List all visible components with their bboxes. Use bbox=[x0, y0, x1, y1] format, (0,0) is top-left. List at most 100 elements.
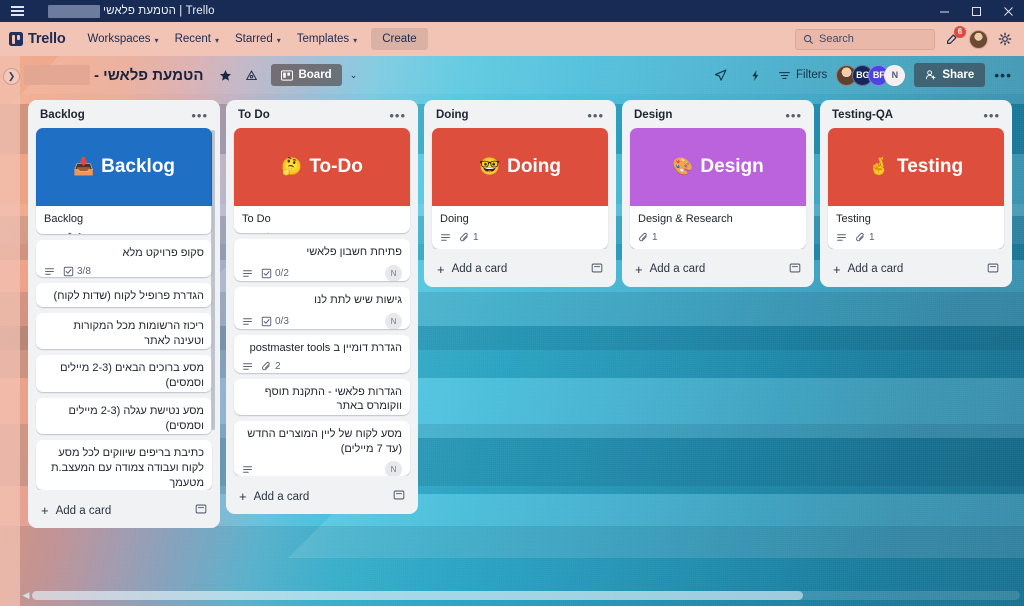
list-title[interactable]: Doing bbox=[436, 109, 469, 121]
list-scrollbar[interactable] bbox=[211, 130, 215, 430]
add-card-button[interactable]: + Add a card bbox=[428, 254, 612, 283]
card[interactable]: גישות שיש לתת לנו 0/3 N bbox=[234, 287, 410, 330]
window-titlebar: הטמעת פלאשי | Trello bbox=[0, 0, 1024, 22]
card-body: ריכוז הרשומות מכל המקורות וטעינה לאתר bbox=[36, 313, 212, 350]
board-menu-button[interactable]: ••• bbox=[994, 67, 1012, 83]
nav-starred[interactable]: Starred ▾ bbox=[227, 28, 289, 50]
chevron-down-icon: ▾ bbox=[215, 35, 220, 45]
card[interactable]: כתיבת בריפים שיווקים לכל מסע לקוח ועבודה… bbox=[36, 440, 212, 490]
board-view-chevron-down-icon[interactable]: ⌄ bbox=[350, 70, 358, 81]
nav-recent[interactable]: Recent ▾ bbox=[167, 28, 227, 50]
hamburger-menu-icon[interactable] bbox=[0, 0, 34, 22]
add-card-button[interactable]: + Add a card bbox=[32, 495, 216, 524]
list-design: Design ••• 🎨 Design Design & Research 1 … bbox=[622, 100, 814, 287]
star-board-button[interactable] bbox=[213, 63, 237, 87]
card-cover: 🤓 Doing bbox=[432, 128, 608, 206]
card[interactable]: 🤞 Testing Testing 1 bbox=[828, 128, 1004, 249]
nav-workspaces[interactable]: Workspaces ▾ bbox=[79, 28, 166, 50]
trello-logo[interactable]: Trello bbox=[9, 31, 66, 47]
list-menu-button[interactable]: ••• bbox=[191, 109, 208, 122]
card-body: פתיחת חשבון פלאשי 0/2 N bbox=[234, 239, 410, 282]
card-body: Doing 1 bbox=[432, 206, 608, 249]
card-cover-text: Testing bbox=[897, 156, 964, 177]
attachment-count: 1 bbox=[652, 231, 658, 243]
card[interactable]: 🎨 Design Design & Research 1 bbox=[630, 128, 806, 249]
card[interactable]: פתיחת חשבון פלאשי 0/2 N bbox=[234, 238, 410, 282]
nav-templates[interactable]: Templates ▾ bbox=[289, 28, 365, 50]
attachment-count: 2 bbox=[275, 361, 281, 373]
card-title: פתיחת חשבון פלאשי bbox=[306, 245, 402, 258]
automation-button[interactable] bbox=[743, 63, 767, 87]
card-member-avatar[interactable]: N bbox=[385, 264, 402, 282]
list-title[interactable]: Design bbox=[634, 109, 672, 121]
card-member-avatar[interactable]: N bbox=[385, 461, 402, 476]
attachment-count: 1 bbox=[77, 232, 83, 234]
board-view-button[interactable]: Board bbox=[271, 64, 342, 86]
card-cover-text: To-Do bbox=[309, 156, 363, 177]
plus-icon: + bbox=[635, 261, 643, 277]
card-badges: 1 bbox=[836, 232, 996, 243]
scrollbar-track[interactable] bbox=[32, 591, 1020, 600]
search-input[interactable]: Search bbox=[795, 28, 935, 50]
card-template-icon[interactable] bbox=[393, 489, 405, 504]
list-menu-button[interactable]: ••• bbox=[587, 109, 604, 122]
add-card-button[interactable]: + Add a card bbox=[626, 254, 810, 283]
member-avatar-n[interactable]: N bbox=[884, 64, 906, 86]
minimize-button[interactable] bbox=[928, 0, 960, 22]
list-header: Testing-QA ••• bbox=[824, 107, 1008, 128]
card[interactable]: 📥 Backlog Backlog 1 bbox=[36, 128, 212, 234]
add-card-button[interactable]: + Add a card bbox=[230, 481, 414, 510]
list-title[interactable]: To Do bbox=[238, 109, 270, 121]
settings-button[interactable] bbox=[995, 29, 1015, 49]
card[interactable]: מסע ברוכים הבאים (2-3 מיילים וסמסים) bbox=[36, 355, 212, 392]
checklist-count: 3/8 bbox=[77, 265, 91, 277]
card-body: To Do 1 bbox=[234, 206, 410, 233]
checklist-count: 0/2 bbox=[275, 267, 289, 279]
attachment-badge: 1 bbox=[459, 232, 479, 243]
trello-logo-text: Trello bbox=[28, 31, 66, 47]
create-button[interactable]: Create bbox=[371, 28, 428, 50]
scrollbar-thumb[interactable] bbox=[32, 591, 803, 600]
list-menu-button[interactable]: ••• bbox=[983, 109, 1000, 122]
card[interactable]: סקופ פרויקט מלא 3/8 bbox=[36, 239, 212, 278]
board-horizontal-scrollbar[interactable]: ◀ bbox=[20, 590, 1020, 601]
description-icon bbox=[44, 232, 55, 234]
card-template-icon[interactable] bbox=[987, 262, 999, 277]
card-title: הגדרות פלאשי - התקנת תוסף ווקומרס באתר bbox=[264, 385, 402, 413]
rocket-power-up-button[interactable] bbox=[708, 63, 732, 87]
board-visibility-button[interactable] bbox=[239, 63, 263, 87]
card[interactable]: הגדרות פלאשי - התקנת תוסף ווקומרס באתר bbox=[234, 378, 410, 415]
filter-icon bbox=[779, 71, 790, 79]
maximize-button[interactable] bbox=[960, 0, 992, 22]
card[interactable]: ריכוז הרשומות מכל המקורות וטעינה לאתר bbox=[36, 312, 212, 350]
list-title[interactable]: Backlog bbox=[40, 109, 85, 121]
card-member-avatar[interactable]: N bbox=[385, 312, 402, 330]
card[interactable]: 🤓 Doing Doing 1 bbox=[432, 128, 608, 249]
list-menu-button[interactable]: ••• bbox=[389, 109, 406, 122]
close-button[interactable] bbox=[992, 0, 1024, 22]
share-button[interactable]: Share bbox=[914, 63, 986, 87]
board-header: הטמעת פלאשי - Board ⌄ Filters BG BF N Sh… bbox=[20, 56, 1024, 94]
card-template-icon[interactable] bbox=[195, 503, 207, 518]
card-template-icon[interactable] bbox=[591, 262, 603, 277]
card-template-icon[interactable] bbox=[789, 262, 801, 277]
card[interactable]: 🤔 To-Do To Do 1 bbox=[234, 128, 410, 233]
scroll-left-icon[interactable]: ◀ bbox=[20, 590, 32, 601]
add-card-button[interactable]: + Add a card bbox=[824, 254, 1008, 283]
list-menu-button[interactable]: ••• bbox=[785, 109, 802, 122]
card[interactable]: הגדרת דומיין ב postmaster tools 2 bbox=[234, 335, 410, 373]
workspace-visible-icon bbox=[246, 69, 257, 80]
list-title[interactable]: Testing-QA bbox=[832, 109, 893, 121]
attachment-badge: 1 bbox=[638, 232, 658, 243]
plus-icon: + bbox=[239, 489, 247, 504]
card[interactable]: מסע נטישת עגלה (2-3 מיילים וסמסים) bbox=[36, 397, 212, 435]
filters-button[interactable]: Filters bbox=[778, 69, 827, 82]
sidebar-expand-button[interactable]: ❯ bbox=[3, 68, 20, 85]
card[interactable]: מסע לקוח של ליין המוצרים החדש (עד 7 מייל… bbox=[234, 420, 410, 476]
notifications-button[interactable]: 6 bbox=[942, 26, 966, 49]
description-icon bbox=[836, 232, 847, 243]
user-avatar[interactable] bbox=[969, 29, 988, 49]
description-icon bbox=[242, 268, 253, 279]
card[interactable]: הגדרת פרופיל לקוח (שדות לקוח) bbox=[36, 283, 212, 307]
card-title: כתיבת בריפים שיווקים לכל מסע לקוח ועבודה… bbox=[50, 447, 204, 490]
